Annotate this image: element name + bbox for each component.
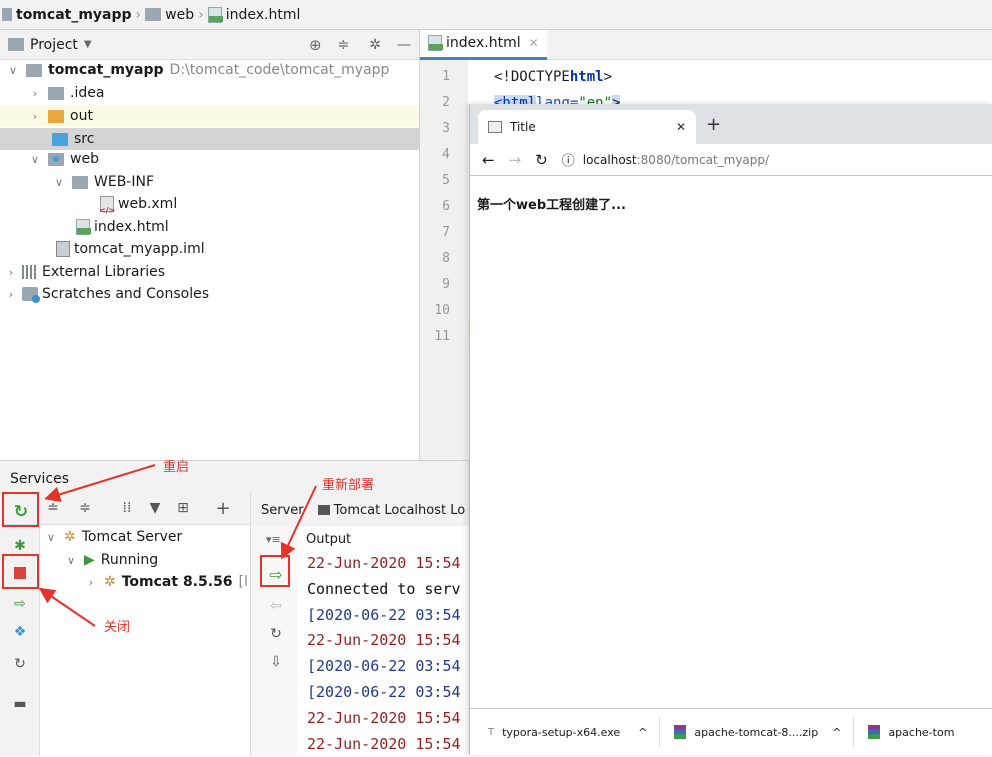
arrow-close bbox=[38, 587, 96, 627]
annotation-arrows bbox=[38, 464, 317, 627]
arrow-redeploy bbox=[280, 485, 317, 560]
annotation-restart-label: 重启 bbox=[163, 460, 190, 475]
annotation-close-label: 关闭 bbox=[104, 620, 131, 635]
arrow-restart bbox=[44, 464, 156, 503]
annotation-redeploy-label: 重新部署 bbox=[322, 478, 375, 493]
